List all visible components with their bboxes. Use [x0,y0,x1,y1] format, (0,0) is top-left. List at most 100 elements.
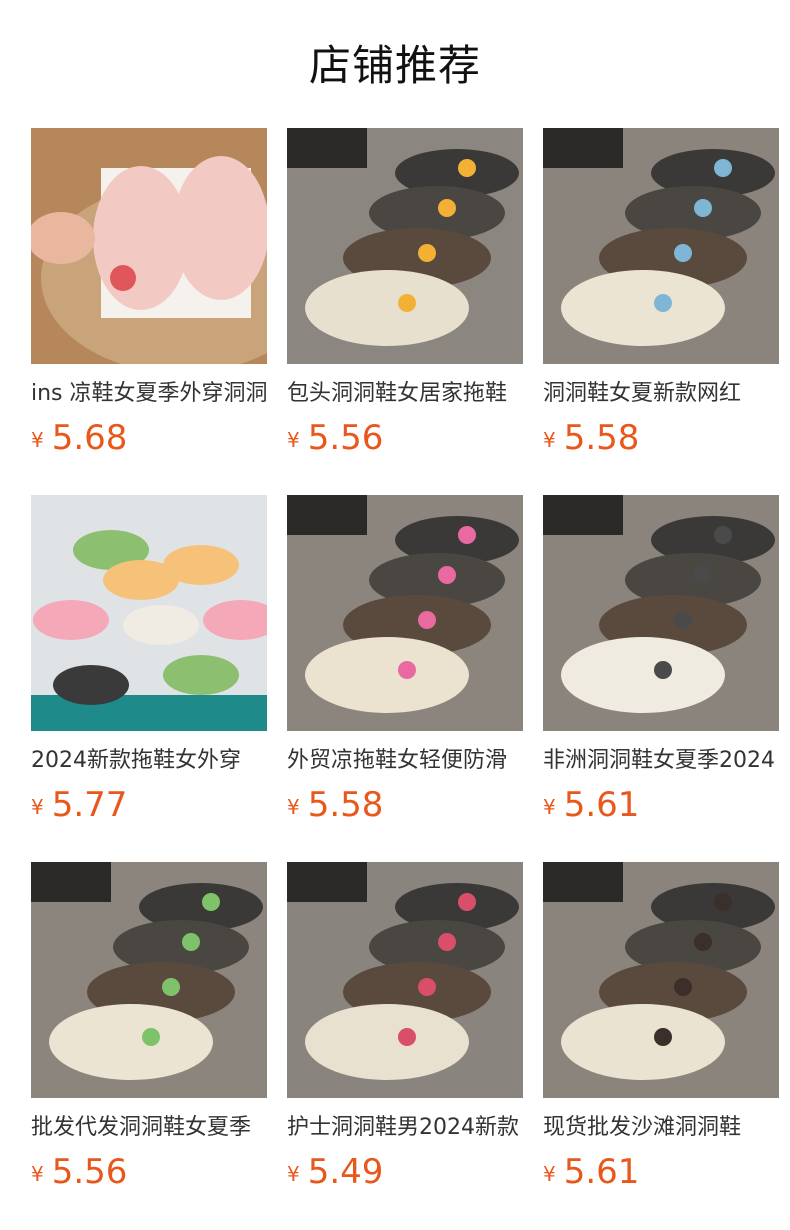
product-price: ¥5.58 [543,418,639,458]
page-title: 店铺推荐 [308,41,481,90]
currency-symbol: ¥ [287,1162,300,1186]
shoe-charm [674,611,692,629]
product-photo-illustration [287,862,523,1098]
price-amount: 5.61 [563,785,640,825]
product-image[interactable] [287,862,523,1098]
price-amount: 5.77 [51,785,128,825]
shoe-charm [654,1028,672,1046]
shoe-charm [458,526,476,544]
product-title[interactable]: ins 凉鞋女夏季外穿洞洞鞋 [31,378,267,410]
shoe-charm [458,893,476,911]
shoe-charm [458,159,476,177]
product-card[interactable]: 批发代发洞洞鞋女夏季 ¥5.56 [31,862,267,1202]
clog-shoe [305,270,469,346]
product-image[interactable] [543,495,779,731]
shoe-charm [438,933,456,951]
product-card[interactable]: ins 凉鞋女夏季外穿洞洞鞋 ¥5.68 [31,128,267,468]
price-amount: 5.56 [51,1152,128,1192]
product-price: ¥5.77 [31,785,127,825]
shoe-charm [142,1028,160,1046]
shoe-charm [398,1028,416,1046]
shoe-charm [438,199,456,217]
product-title[interactable]: 2024新款拖鞋女外穿 [31,745,267,777]
shoe-charm [714,526,732,544]
clog-shoe [49,1004,213,1080]
slide-sandal [53,665,129,705]
shoe-charm [162,978,180,996]
shoe-charm [694,933,712,951]
price-amount: 5.58 [563,418,640,458]
product-title[interactable]: 护士洞洞鞋男2024新款 [287,1112,523,1144]
clog-shoe [173,156,267,300]
product-title[interactable]: 批发代发洞洞鞋女夏季 [31,1112,267,1144]
currency-symbol: ¥ [287,428,300,452]
product-price: ¥5.56 [287,418,383,458]
product-image[interactable] [287,128,523,364]
clog-shoe [561,270,725,346]
product-card[interactable]: 护士洞洞鞋男2024新款 ¥5.49 [287,862,523,1202]
product-card[interactable]: 洞洞鞋女夏新款网红 ¥5.58 [543,128,779,468]
product-image[interactable] [543,128,779,364]
product-photo-illustration [543,862,779,1098]
product-title[interactable]: 洞洞鞋女夏新款网红 [543,378,779,410]
product-price: ¥5.56 [31,1152,127,1192]
price-amount: 5.49 [307,1152,384,1192]
currency-symbol: ¥ [31,428,44,452]
slide-sandal [123,605,199,645]
product-title[interactable]: 非洲洞洞鞋女夏季2024 [543,745,779,777]
product-image[interactable] [31,128,267,364]
clog-shoe [305,1004,469,1080]
product-title[interactable]: 现货批发沙滩洞洞鞋 [543,1112,779,1144]
product-card[interactable]: 现货批发沙滩洞洞鞋 ¥5.61 [543,862,779,1202]
product-card[interactable]: 外贸凉拖鞋女轻便防滑 ¥5.58 [287,495,523,835]
product-photo-illustration [543,128,779,364]
product-price: ¥5.61 [543,1152,639,1192]
product-photo-illustration [287,495,523,731]
shoe-charm [714,893,732,911]
shoe-charm [418,978,436,996]
shoe-charm [674,978,692,996]
currency-symbol: ¥ [31,795,44,819]
shoe-charm [202,893,220,911]
shoe-charm [694,566,712,584]
clog-shoe [561,1004,725,1080]
product-card[interactable]: 2024新款拖鞋女外穿 ¥5.77 [31,495,267,835]
shoe-charm [674,244,692,262]
product-price: ¥5.61 [543,785,639,825]
shoe-charm [694,199,712,217]
shoe-charm [398,294,416,312]
product-photo-illustration [31,862,267,1098]
product-photo-illustration [287,128,523,364]
price-amount: 5.68 [51,418,128,458]
product-price: ¥5.68 [31,418,127,458]
product-card[interactable]: 非洲洞洞鞋女夏季2024 ¥5.61 [543,495,779,835]
product-price: ¥5.49 [287,1152,383,1192]
currency-symbol: ¥ [543,1162,556,1186]
shoe-charm [418,244,436,262]
product-image[interactable] [31,862,267,1098]
product-image[interactable] [31,495,267,731]
currency-symbol: ¥ [31,1162,44,1186]
shoe-charm [182,933,200,951]
shoe-charm [418,611,436,629]
slide-sandal [103,560,179,600]
price-amount: 5.56 [307,418,384,458]
currency-symbol: ¥ [543,795,556,819]
product-card[interactable]: 包头洞洞鞋女居家拖鞋 ¥5.56 [287,128,523,468]
strawberry-charm [110,265,136,291]
shoe-charm [438,566,456,584]
shoe-charm [654,661,672,679]
product-title[interactable]: 外贸凉拖鞋女轻便防滑 [287,745,523,777]
product-photo-illustration [543,495,779,731]
shoe-charm [714,159,732,177]
shoe-charm [398,661,416,679]
slide-sandal [163,655,239,695]
product-image[interactable] [287,495,523,731]
product-image[interactable] [543,862,779,1098]
shoe-charm [654,294,672,312]
product-title[interactable]: 包头洞洞鞋女居家拖鞋 [287,378,523,410]
price-amount: 5.61 [563,1152,640,1192]
product-photo-illustration [31,495,267,731]
product-photo-illustration [31,128,267,364]
currency-symbol: ¥ [543,428,556,452]
